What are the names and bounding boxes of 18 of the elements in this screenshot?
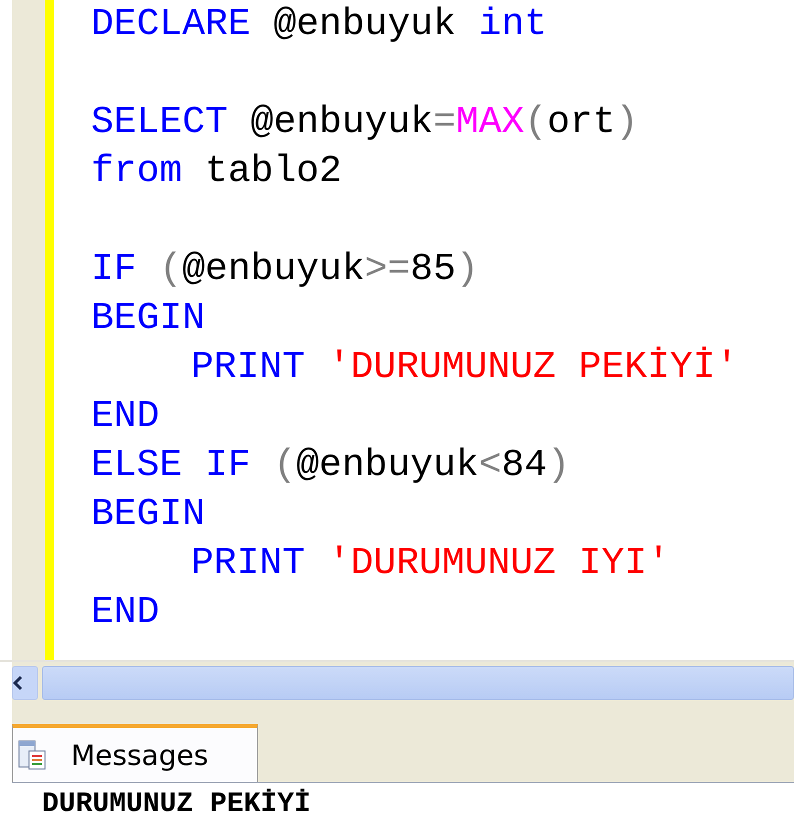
code-line: from tablo2 (91, 149, 343, 195)
code-line: ELSE IF (@enbuyuk<84) (91, 443, 571, 489)
code-line: BEGIN (91, 296, 206, 342)
code-line: PRINT 'DURUMUNUZ PEKİYİ' (190, 345, 740, 391)
horizontal-scrollbar[interactable] (12, 662, 794, 704)
code-editor[interactable]: DECLARE @enbuyuk int SELECT @enbuyuk=MAX(ort) from tablo2 IF (@enbuyuk>=85) BEGIN PRINT 'DURUMUNUZ PEKİYİ' END ELSE IF (@enbuyuk<84) BEGIN PRINT 'DURUMUNUZ IYI' END (0, 0, 794, 662)
code-line: SELECT @enbuyuk=MAX(ort) (91, 100, 640, 146)
document-list-icon (17, 739, 47, 771)
code-line: END (91, 394, 160, 440)
scroll-left-button[interactable] (12, 666, 38, 700)
code-line: DECLARE @enbuyuk int (91, 2, 548, 48)
scrollbar-thumb[interactable] (42, 666, 794, 700)
code-line: IF (@enbuyuk>=85) (91, 247, 480, 293)
code-line: BEGIN (91, 492, 206, 538)
code-line: PRINT 'DURUMUNUZ IYI' (190, 541, 671, 587)
messages-tab[interactable]: Messages (12, 724, 258, 782)
code-line: END (91, 590, 160, 636)
message-output: DURUMUNUZ PEKİYİ (42, 789, 311, 820)
